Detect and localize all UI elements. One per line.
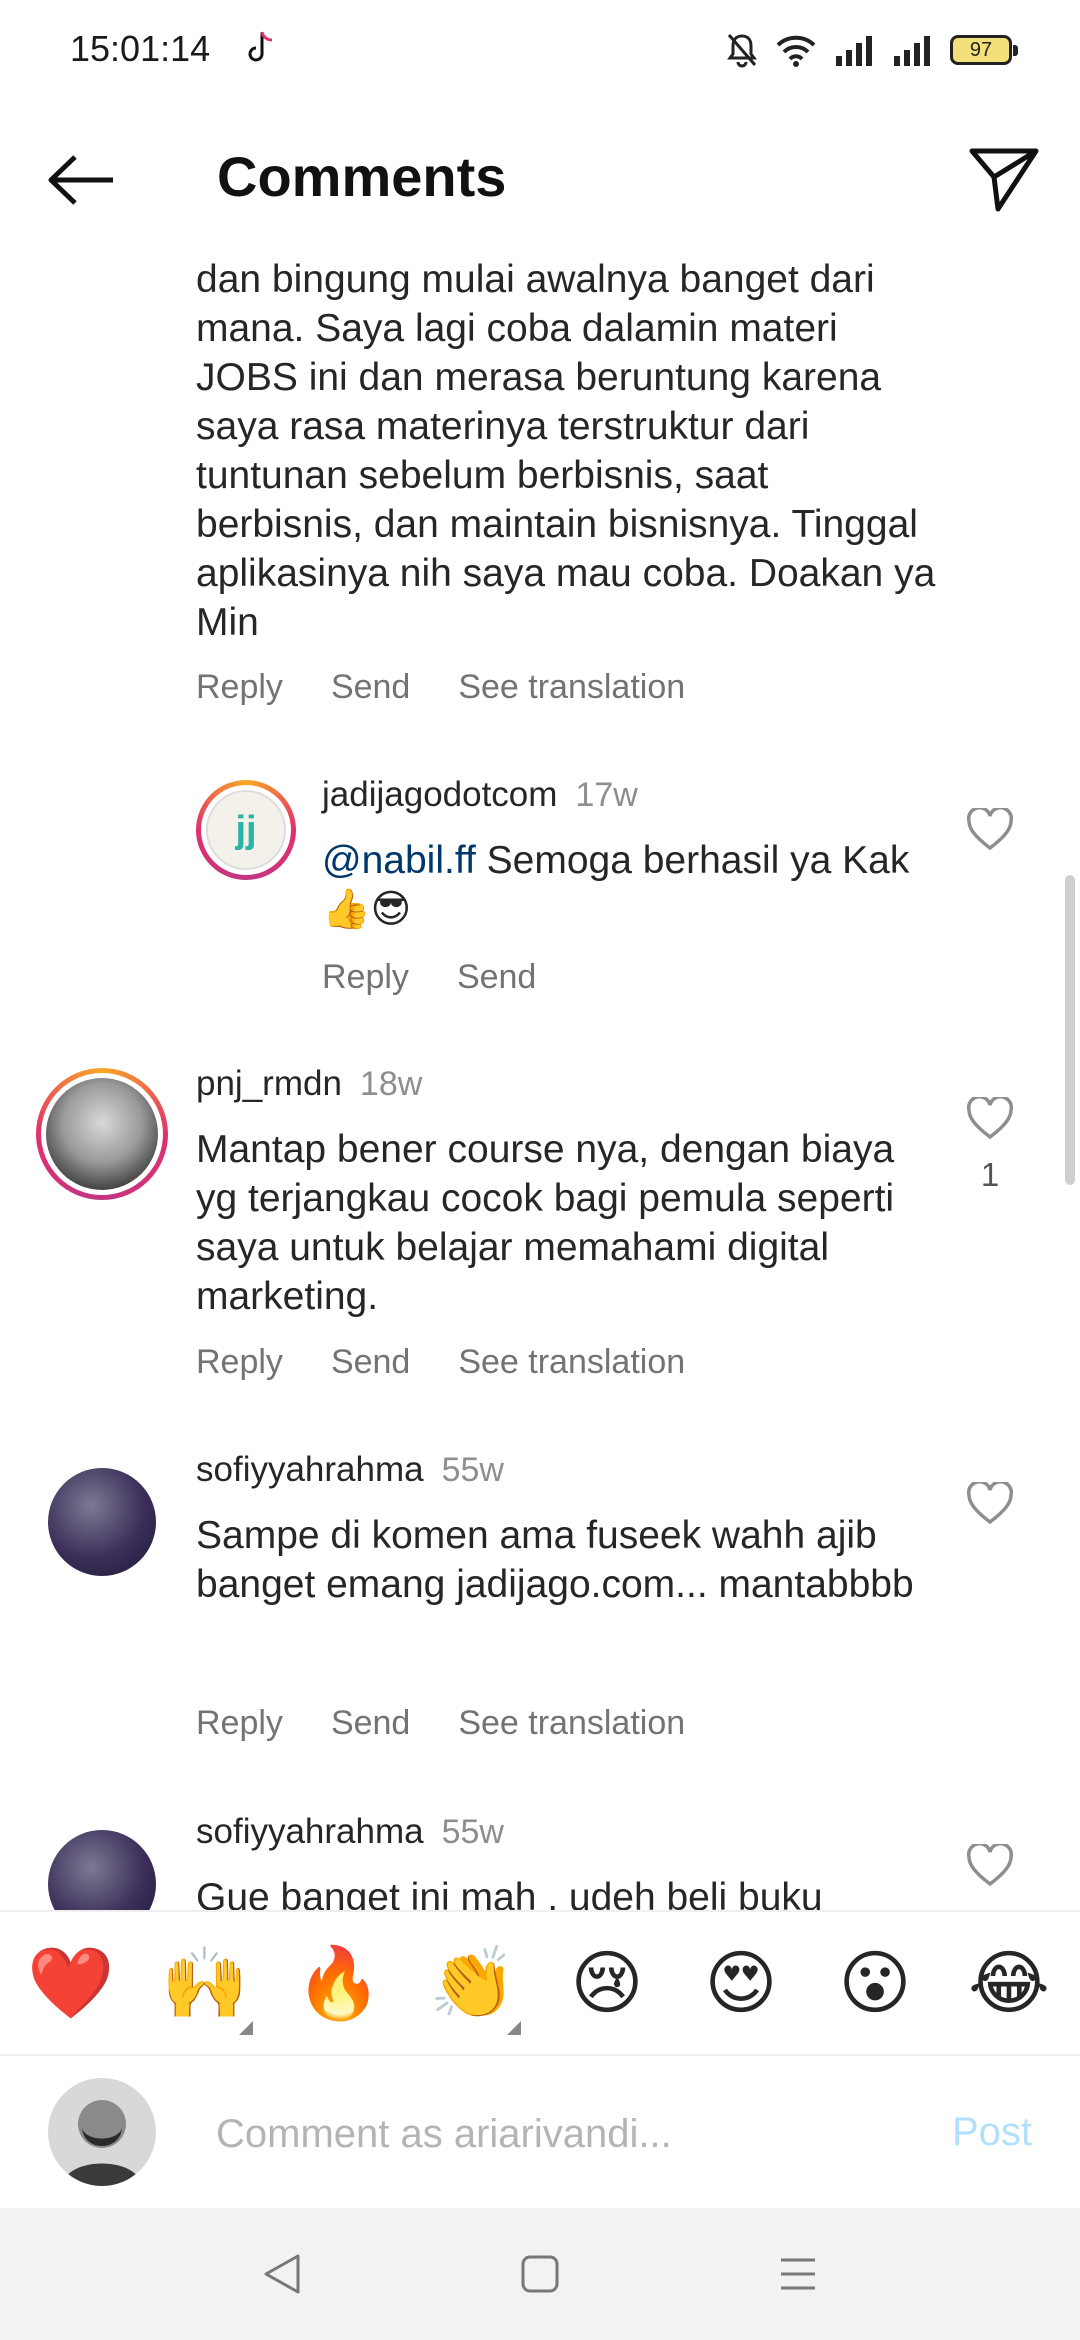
like-button[interactable] — [962, 1838, 1018, 1894]
reply-button[interactable]: Reply — [196, 668, 283, 707]
comment-time: 55w — [441, 1813, 504, 1851]
comment-text: Gue banget ini mah , udeh beli buku — [196, 1876, 823, 1910]
wifi-icon — [776, 35, 816, 67]
comment-text: Sampe di komen ama fuseek wahh ajib bang… — [196, 1514, 914, 1606]
username[interactable]: sofiyyahrahma — [196, 1812, 424, 1851]
username[interactable]: pnj_rmdn — [196, 1064, 342, 1103]
avatar[interactable] — [36, 1068, 168, 1200]
post-button[interactable]: Post — [952, 2110, 1032, 2155]
like-button[interactable] — [962, 1091, 1018, 1147]
emoji-raising-hands[interactable]: 🙌 — [155, 1941, 255, 2035]
status-bar: 15:01:14 97 — [0, 0, 1080, 96]
avatar-logo-text: jj — [235, 808, 257, 851]
comment-input[interactable] — [216, 2106, 896, 2162]
comment-actions: Reply Send See translation — [196, 1343, 685, 1382]
emoji-tears-of-joy[interactable]: 😂 — [959, 1942, 1059, 2024]
back-button[interactable] — [44, 142, 120, 218]
emoji-bar: ❤️ 🙌 🔥 👏 😢 😍 😮 😂 — [0, 1910, 1080, 2056]
send-button[interactable]: Send — [331, 668, 410, 707]
send-button[interactable]: Send — [331, 1704, 410, 1743]
comments-list[interactable]: dan bingung mulai awalnya banget dari ma… — [0, 250, 1080, 1910]
emoji-red-heart[interactable]: ❤️ — [21, 1942, 121, 2025]
see-translation-button[interactable]: See translation — [458, 1343, 685, 1382]
back-arrow-icon — [48, 155, 113, 205]
nav-back-button[interactable] — [252, 2244, 312, 2304]
mention-link[interactable]: @nabil.ff — [322, 839, 476, 882]
nav-back-icon — [264, 2254, 300, 2294]
like-count: 1 — [980, 1156, 1000, 1193]
current-user-avatar — [48, 2078, 156, 2186]
reply-button[interactable]: Reply — [322, 958, 409, 997]
comment-text: @nabil.ff Semoga berhasil ya Kak 👍😎 — [322, 836, 912, 934]
comment-meta: pnj_rmdn 18w — [196, 1064, 422, 1104]
comment-text: Mantap bener course nya, dengan biaya yg… — [196, 1128, 895, 1318]
skin-tone-indicator-icon — [507, 2020, 521, 2035]
emoji-open-mouth[interactable]: 😮 — [825, 1942, 925, 2024]
heart-icon — [966, 808, 1014, 851]
nav-home-icon — [521, 2255, 559, 2293]
heart-icon — [966, 1097, 1014, 1140]
emoji-crying-face[interactable]: 😢 — [557, 1942, 657, 2024]
comment-meta: sofiyyahrahma 55w — [196, 1812, 504, 1852]
reply-button[interactable]: Reply — [196, 1704, 283, 1743]
emoji-heart-eyes[interactable]: 😍 — [691, 1942, 791, 2024]
signal-icon-2 — [894, 36, 930, 66]
heart-icon — [966, 1482, 1014, 1525]
scrollbar[interactable] — [1065, 875, 1075, 1185]
comment-time: 17w — [575, 776, 638, 814]
avatar[interactable]: jj — [196, 780, 296, 880]
see-translation-button[interactable]: See translation — [458, 668, 685, 707]
emoji-fire[interactable]: 🔥 — [289, 1942, 389, 2025]
comment-input-bar: Post — [0, 2058, 1080, 2208]
comment-actions: Reply Send See translation — [196, 1704, 685, 1743]
emoji-glyph: 👏 — [429, 1941, 517, 2024]
see-translation-button[interactable]: See translation — [458, 1704, 685, 1743]
signal-icon — [836, 36, 872, 66]
comment-time: 18w — [359, 1065, 423, 1103]
mute-bell-icon — [727, 34, 757, 68]
status-icons: 97 — [726, 30, 1018, 70]
comment-actions: Reply Send See translation — [196, 668, 685, 707]
battery-icon: 97 — [950, 35, 1018, 65]
system-nav-bar — [0, 2208, 1080, 2340]
page-title: Comments — [217, 145, 507, 208]
username[interactable]: sofiyyahrahma — [196, 1450, 424, 1489]
emoji-clapping-hands[interactable]: 👏 — [423, 1941, 523, 2035]
comment-text: dan bingung mulai awalnya banget dari ma… — [196, 258, 936, 644]
reply-button[interactable]: Reply — [196, 1343, 283, 1382]
avatar[interactable] — [48, 1830, 156, 1910]
username[interactable]: jadijagodotcom — [322, 775, 557, 814]
tiktok-notification-icon — [244, 30, 278, 77]
nav-recents-button[interactable] — [768, 2244, 828, 2304]
status-time: 15:01:14 — [70, 28, 211, 69]
send-button[interactable]: Send — [331, 1343, 410, 1382]
comment-meta: jadijagodotcom 17w — [322, 775, 638, 815]
comment-actions: Reply Send — [322, 958, 536, 997]
heart-icon — [966, 1844, 1014, 1887]
like-button[interactable] — [962, 802, 1018, 858]
comment-meta: sofiyyahrahma 55w — [196, 1450, 504, 1490]
skin-tone-indicator-icon — [239, 2020, 253, 2035]
avatar[interactable] — [48, 1468, 156, 1576]
header: Comments — [0, 96, 1080, 266]
like-button[interactable] — [962, 1476, 1018, 1532]
paper-plane-icon — [969, 148, 1039, 212]
nav-home-button[interactable] — [510, 2244, 570, 2304]
comment-time: 55w — [441, 1451, 504, 1489]
share-button[interactable] — [964, 140, 1044, 220]
nav-menu-icon — [781, 2258, 815, 2290]
send-button[interactable]: Send — [457, 958, 536, 997]
emoji-glyph: 🙌 — [161, 1941, 249, 2024]
